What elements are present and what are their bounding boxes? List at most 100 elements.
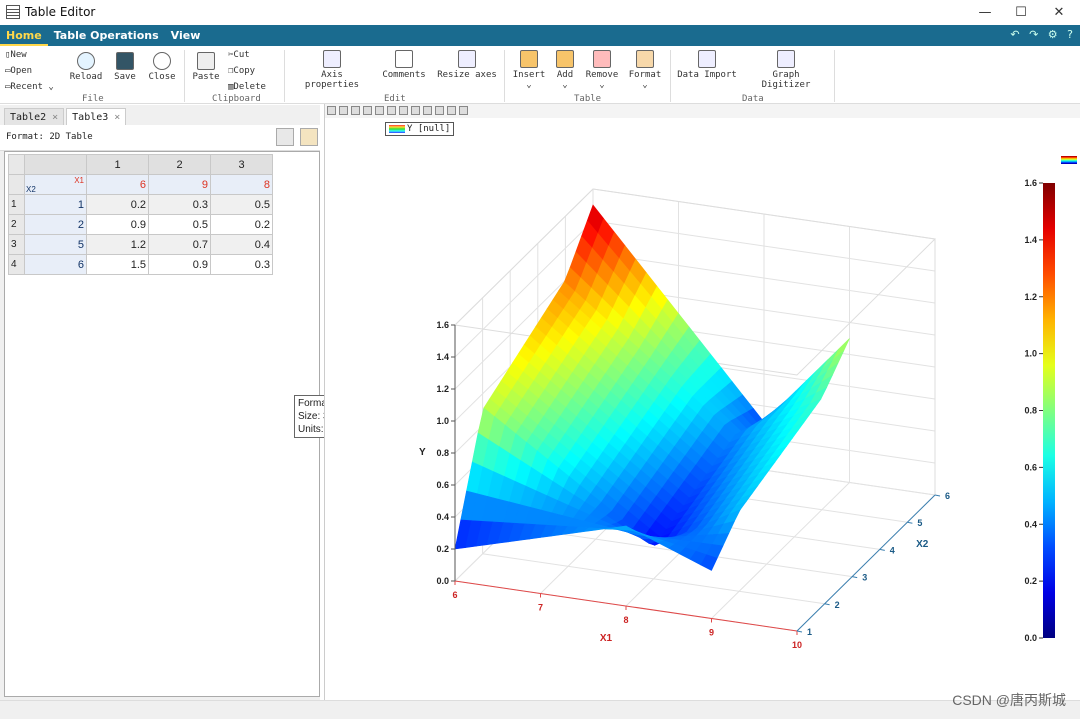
value-cell[interactable]: 0.2 — [210, 214, 273, 235]
axis-properties-button[interactable]: Axis properties — [292, 50, 372, 90]
value-cell[interactable]: 0.3 — [148, 194, 211, 215]
menu-bar: Home Table Operations View ↶ ↷ ⚙ ? — [0, 25, 1080, 46]
corner-header — [24, 154, 87, 175]
x1-value-cell[interactable]: 6 — [86, 174, 149, 195]
x2-tick-label: 6 — [945, 491, 950, 501]
x1-value-cell[interactable]: 8 — [210, 174, 273, 195]
value-cell[interactable]: 1.2 — [86, 234, 149, 255]
tab-view[interactable]: View — [165, 25, 207, 46]
tab-home[interactable]: Home — [0, 25, 48, 46]
y-tick-label: 0.0 — [436, 576, 449, 586]
x2-tick — [824, 603, 830, 606]
value-cell[interactable]: 0.9 — [86, 214, 149, 235]
value-cell[interactable]: 0.3 — [210, 254, 273, 275]
column-header[interactable]: 1 — [86, 154, 149, 175]
x1-tick-label: 9 — [709, 628, 714, 638]
colorbar-tick-label: 0.2 — [1024, 576, 1037, 586]
data-grid: 1 2 3 X1 X2 6 9 8 1 1 0.2 0.3 0.5 2 2 0.… — [4, 151, 320, 697]
x1-tick-label: 6 — [452, 590, 457, 600]
ribbon: ▯New ▭Open ▭Recent ⌄ Reload Save Close F… — [0, 46, 1080, 104]
x2-tick-label: 4 — [890, 545, 895, 555]
column-header[interactable]: 2 — [148, 154, 211, 175]
row-header[interactable]: 4 — [8, 254, 25, 275]
group-label-table: Table — [574, 94, 602, 104]
separator — [184, 50, 185, 102]
format-label: Format: 2D Table — [6, 132, 93, 142]
chart-icon[interactable] — [276, 128, 294, 146]
tab-table-operations[interactable]: Table Operations — [48, 25, 165, 46]
colorbar-tick-label: 1.6 — [1024, 178, 1037, 188]
format-button[interactable]: Format ⌄ — [626, 50, 664, 90]
chart-settings-icon[interactable] — [300, 128, 318, 146]
data-import-button[interactable]: Data Import — [676, 50, 738, 80]
graph-digitizer-icon — [777, 50, 795, 68]
save-button[interactable]: Save — [110, 52, 140, 82]
close-tab-icon[interactable]: × — [114, 112, 120, 123]
x2-value-cell[interactable]: 2 — [24, 214, 87, 235]
table-row: 1 1 0.2 0.3 0.5 — [8, 194, 273, 215]
row-header[interactable]: 2 — [8, 214, 25, 235]
recent-button[interactable]: ▭Recent ⌄ — [5, 82, 54, 92]
close-window-button[interactable]: ✕ — [1042, 0, 1076, 25]
resize-axes-button[interactable]: Resize axes — [436, 50, 498, 80]
tab-table2[interactable]: Table2 × — [4, 108, 65, 125]
x2-tick-label: 3 — [862, 573, 867, 583]
copy-button[interactable]: ❐Copy — [228, 66, 255, 76]
delete-button[interactable]: ▥Delete — [228, 82, 266, 92]
x2-value-cell[interactable]: 6 — [24, 254, 87, 275]
x2-value-cell[interactable]: 1 — [24, 194, 87, 215]
value-cell[interactable]: 0.5 — [210, 194, 273, 215]
surface-plot[interactable]: 6 7 8 9 10 X1 1 2 3 4 5 6 X2 0.0 0.2 0.4 0.6 0.8 1.0 1.2 1.4… — [325, 104, 1080, 700]
paste-button[interactable]: Paste — [190, 52, 222, 82]
x1-axis-title: X1 — [600, 633, 613, 644]
colorbar-legend-icon — [1061, 156, 1077, 164]
table-row: 4 6 1.5 0.9 0.3 — [8, 254, 273, 275]
row-header[interactable]: 3 — [8, 234, 25, 255]
remove-button[interactable]: Remove ⌄ — [584, 50, 620, 90]
x2-tick-label: 5 — [917, 518, 922, 528]
insert-button[interactable]: Insert ⌄ — [512, 50, 546, 90]
maximize-button[interactable]: ☐ — [1004, 0, 1038, 25]
data-import-icon — [698, 50, 716, 68]
tab-table3[interactable]: Table3 × — [66, 108, 127, 125]
close-tab-icon[interactable]: × — [52, 112, 58, 123]
title-bar: Table Editor — ☐ ✕ — [0, 0, 1080, 25]
axis-label-cell: X1 X2 — [24, 174, 87, 195]
column-header[interactable]: 3 — [210, 154, 273, 175]
x2-tick — [796, 630, 803, 633]
x1-value-cell[interactable]: 9 — [148, 174, 211, 195]
format-row: Format: 2D Table — [0, 125, 320, 151]
x2-value-cell[interactable]: 5 — [24, 234, 87, 255]
value-cell[interactable]: 0.2 — [86, 194, 149, 215]
quick-access-icons[interactable]: ↶ ↷ ⚙ ? — [1010, 28, 1076, 41]
close-button[interactable]: Close — [146, 52, 178, 82]
close-icon — [153, 52, 171, 70]
format-icon — [636, 50, 654, 68]
window-title: Table Editor — [25, 5, 96, 19]
reload-button[interactable]: Reload — [68, 52, 104, 82]
x2-tick — [879, 548, 885, 551]
add-button[interactable]: Add ⌄ — [552, 50, 578, 90]
x2-axis-title: X2 — [916, 539, 929, 550]
value-cell[interactable]: 0.5 — [148, 214, 211, 235]
graph-digitizer-button[interactable]: Graph Digitizer — [746, 50, 826, 90]
value-cell[interactable]: 1.5 — [86, 254, 149, 275]
open-button[interactable]: ▭Open — [5, 66, 32, 76]
cut-button[interactable]: ✂Cut — [228, 50, 250, 60]
minimize-button[interactable]: — — [968, 0, 1002, 25]
colorbar-tick-label: 0.8 — [1024, 406, 1037, 416]
new-button[interactable]: ▯New — [5, 50, 27, 60]
table-panel: Table2 × Table3 × Format: 2D Table 1 2 3 X… — [0, 105, 320, 705]
value-cell[interactable]: 0.9 — [148, 254, 211, 275]
value-cell[interactable]: 0.7 — [148, 234, 211, 255]
x1-tick-label: 8 — [623, 615, 628, 625]
watermark: CSDN @唐丙斯城 — [952, 692, 1066, 708]
save-icon — [116, 52, 134, 70]
value-cell[interactable]: 0.4 — [210, 234, 273, 255]
y-tick-label: 1.4 — [436, 352, 449, 362]
x2-tick-label: 2 — [835, 600, 840, 610]
row-header[interactable]: 1 — [8, 194, 25, 215]
comments-button[interactable]: Comments — [380, 50, 428, 80]
group-label-file: File — [82, 94, 104, 104]
table-row: 3 5 1.2 0.7 0.4 — [8, 234, 273, 255]
